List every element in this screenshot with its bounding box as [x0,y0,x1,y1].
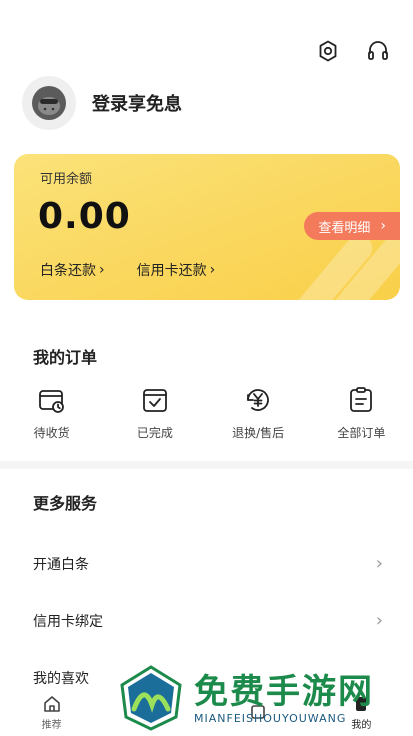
balance-label: 可用余额 [40,172,93,187]
credit-card-repay-link[interactable]: 信用卡还款 › [137,260,216,280]
profile-header[interactable]: 登录享免息 [22,76,182,130]
view-details-label: 查看明细 [318,220,371,236]
login-prompt[interactable]: 登录享免息 [92,90,182,116]
chevron-right-icon: › [375,610,383,631]
view-details-button[interactable]: 查看明细 › [304,212,400,240]
settings-icon[interactable] [315,38,341,64]
home-icon [43,695,60,712]
service-bind-credit-card-label: 信用卡绑定 [33,613,103,630]
baitiao-repay-label: 白条还款 [40,263,96,279]
order-all-label: 全部订单 [337,426,386,440]
balance-value: 0.00 [38,196,131,237]
order-after-sales[interactable]: 退换/售后 [207,384,310,441]
chevron-right-icon: › [99,262,105,278]
services-title: 更多服务 [33,494,98,513]
service-open-baitiao[interactable]: 开通白条 › [33,553,383,574]
top-toolbar [315,38,391,64]
bag-check-icon [139,384,171,416]
headset-icon[interactable] [365,38,391,64]
tab-recommend-label: 推荐 [41,719,62,731]
card-links: 白条还款 › 信用卡还款 › [40,260,215,280]
watermark-en: MIANFEISHOUYOUWANG [194,711,347,725]
avatar[interactable] [22,76,76,130]
order-after-sales-label: 退换/售后 [232,426,285,440]
chevron-right-icon: › [209,262,216,278]
service-open-baitiao-label: 开通白条 [33,556,89,573]
credit-card-repay-label: 信用卡还款 [136,263,207,279]
order-completed[interactable]: 已完成 [103,384,206,441]
baitiao-repay-link[interactable]: 白条还款 › [40,260,105,280]
orders-title: 我的订单 [33,348,98,367]
wallet-clock-icon [36,384,68,416]
service-bind-credit-card[interactable]: 信用卡绑定 › [33,610,383,631]
balance-card: 可用余额 0.00 查看明细 › 白条还款 › 信用卡还款 › [14,154,400,300]
chevron-right-icon: › [380,218,386,234]
chevron-right-icon: › [375,553,383,574]
section-divider [0,461,413,469]
service-my-favorites-label: 我的喜欢 [33,671,89,687]
order-pending-receipt-label: 待收货 [33,426,70,440]
tab-recommend[interactable]: 推荐 [0,688,103,736]
watermark-logo [120,665,182,731]
clipboard-icon [345,384,377,416]
order-completed-label: 已完成 [136,426,173,440]
watermark-cn: 免费手游网 [194,671,374,712]
order-all[interactable]: 全部订单 [310,384,413,441]
yen-refresh-icon [242,384,274,416]
order-pending-receipt[interactable]: 待收货 [0,384,103,441]
watermark: 免费手游网 MIANFEISHOUYOUWANG [118,660,408,736]
orders-row: 待收货 已完成 退换/售后 全部订单 [0,384,413,441]
